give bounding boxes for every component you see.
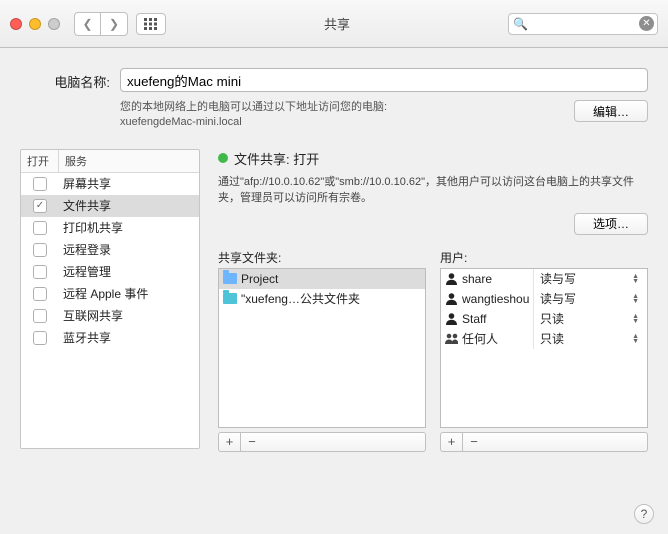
computer-name-input[interactable] (120, 68, 648, 92)
service-name: 远程登录 (59, 241, 199, 258)
service-checkbox[interactable] (33, 265, 47, 279)
service-checkbox[interactable] (33, 221, 47, 235)
service-row[interactable]: 远程登录 (21, 239, 199, 261)
user-name: wangtieshou (462, 292, 529, 306)
user-row[interactable]: Staff 只读▲▼ (441, 309, 647, 329)
status-description: 通过"afp://10.0.10.62"或"smb://10.0.10.62"，… (218, 174, 648, 207)
service-row[interactable]: 远程管理 (21, 261, 199, 283)
user-row[interactable]: wangtieshou 读与写▲▼ (441, 289, 647, 309)
folder-row[interactable]: "xuefeng…公共文件夹 (219, 289, 425, 309)
service-name: 文件共享 (59, 197, 199, 214)
zoom-icon (48, 18, 60, 30)
folder-icon (223, 273, 237, 284)
stepper-icon: ▲▼ (632, 294, 639, 304)
computer-name-subtext: 您的本地网络上的电脑可以通过以下地址访问您的电脑: xuefengdeMac-m… (120, 100, 387, 131)
window-controls (10, 18, 60, 30)
service-checkbox[interactable] (33, 177, 47, 191)
remove-user-button[interactable]: − (463, 433, 485, 451)
stepper-icon: ▲▼ (632, 334, 639, 344)
service-checkbox[interactable] (33, 309, 47, 323)
service-row[interactable]: 蓝牙共享 (21, 327, 199, 349)
permission-select[interactable]: 读与写▲▼ (533, 289, 643, 309)
services-table: 打开 服务 屏幕共享文件共享打印机共享远程登录远程管理远程 Apple 事件互联… (20, 149, 200, 449)
help-button[interactable]: ? (634, 504, 654, 524)
service-checkbox[interactable] (33, 243, 47, 257)
user-row[interactable]: 任何人 只读▲▼ (441, 329, 647, 349)
nav-back-forward[interactable]: ❮ ❯ (74, 12, 128, 36)
permission-select[interactable]: 只读▲▼ (533, 309, 643, 329)
status-line: 文件共享: 打开 (218, 149, 648, 168)
users-header: 用户: (440, 249, 648, 266)
chevron-right-icon[interactable]: ❯ (101, 13, 127, 35)
service-row[interactable]: 远程 Apple 事件 (21, 283, 199, 305)
status-dot-icon (218, 153, 228, 163)
status-label: 文件共享: 打开 (234, 149, 319, 168)
clear-icon[interactable]: ✕ (639, 16, 654, 31)
user-icon (445, 272, 458, 285)
user-icon (445, 292, 458, 305)
search-input[interactable] (508, 13, 658, 35)
permission-select[interactable]: 只读▲▼ (533, 329, 643, 349)
add-user-button[interactable]: + (441, 433, 463, 451)
folder-icon (223, 293, 237, 304)
user-icon (445, 332, 458, 345)
folder-name: "xuefeng…公共文件夹 (241, 290, 360, 307)
window-title: 共享 (174, 14, 500, 33)
service-checkbox[interactable] (33, 199, 47, 213)
folders-list[interactable]: Project "xuefeng…公共文件夹 (218, 268, 426, 428)
service-name: 互联网共享 (59, 307, 199, 324)
grid-icon (144, 18, 158, 30)
service-row[interactable]: 屏幕共享 (21, 173, 199, 195)
stepper-icon: ▲▼ (632, 314, 639, 324)
options-button[interactable]: 选项… (574, 213, 648, 235)
close-icon[interactable] (10, 18, 22, 30)
stepper-icon: ▲▼ (632, 274, 639, 284)
service-row[interactable]: 打印机共享 (21, 217, 199, 239)
user-name: share (462, 272, 492, 286)
service-checkbox[interactable] (33, 331, 47, 345)
chevron-left-icon[interactable]: ❮ (75, 13, 101, 35)
add-folder-button[interactable]: + (219, 433, 241, 451)
show-all-button[interactable] (136, 13, 166, 35)
search-field[interactable]: 🔍 ✕ (508, 13, 658, 35)
user-name: Staff (462, 312, 486, 326)
service-name: 屏幕共享 (59, 175, 199, 192)
service-name: 打印机共享 (59, 219, 199, 236)
user-row[interactable]: share 读与写▲▼ (441, 269, 647, 289)
service-name: 远程管理 (59, 263, 199, 280)
titlebar: ❮ ❯ 共享 🔍 ✕ (0, 0, 668, 48)
folder-row[interactable]: Project (219, 269, 425, 289)
service-row[interactable]: 文件共享 (21, 195, 199, 217)
service-name: 蓝牙共享 (59, 329, 199, 346)
remove-folder-button[interactable]: − (241, 433, 263, 451)
service-name: 远程 Apple 事件 (59, 285, 199, 302)
computer-name-label: 电脑名称: (20, 68, 110, 91)
services-header: 打开 服务 (21, 150, 199, 173)
users-add-remove[interactable]: + − (440, 432, 648, 452)
permission-select[interactable]: 读与写▲▼ (533, 269, 643, 289)
edit-button[interactable]: 编辑… (574, 100, 648, 122)
users-list[interactable]: share 读与写▲▼ wangtieshou 读与写▲▼ Staff 只读▲▼ 任何人 只读… (440, 268, 648, 428)
service-row[interactable]: 互联网共享 (21, 305, 199, 327)
search-icon: 🔍 (513, 17, 528, 31)
user-name: 任何人 (462, 330, 498, 347)
minimize-icon[interactable] (29, 18, 41, 30)
folder-name: Project (241, 272, 278, 286)
service-checkbox[interactable] (33, 287, 47, 301)
folders-header: 共享文件夹: (218, 249, 426, 266)
user-icon (445, 312, 458, 325)
folders-add-remove[interactable]: + − (218, 432, 426, 452)
